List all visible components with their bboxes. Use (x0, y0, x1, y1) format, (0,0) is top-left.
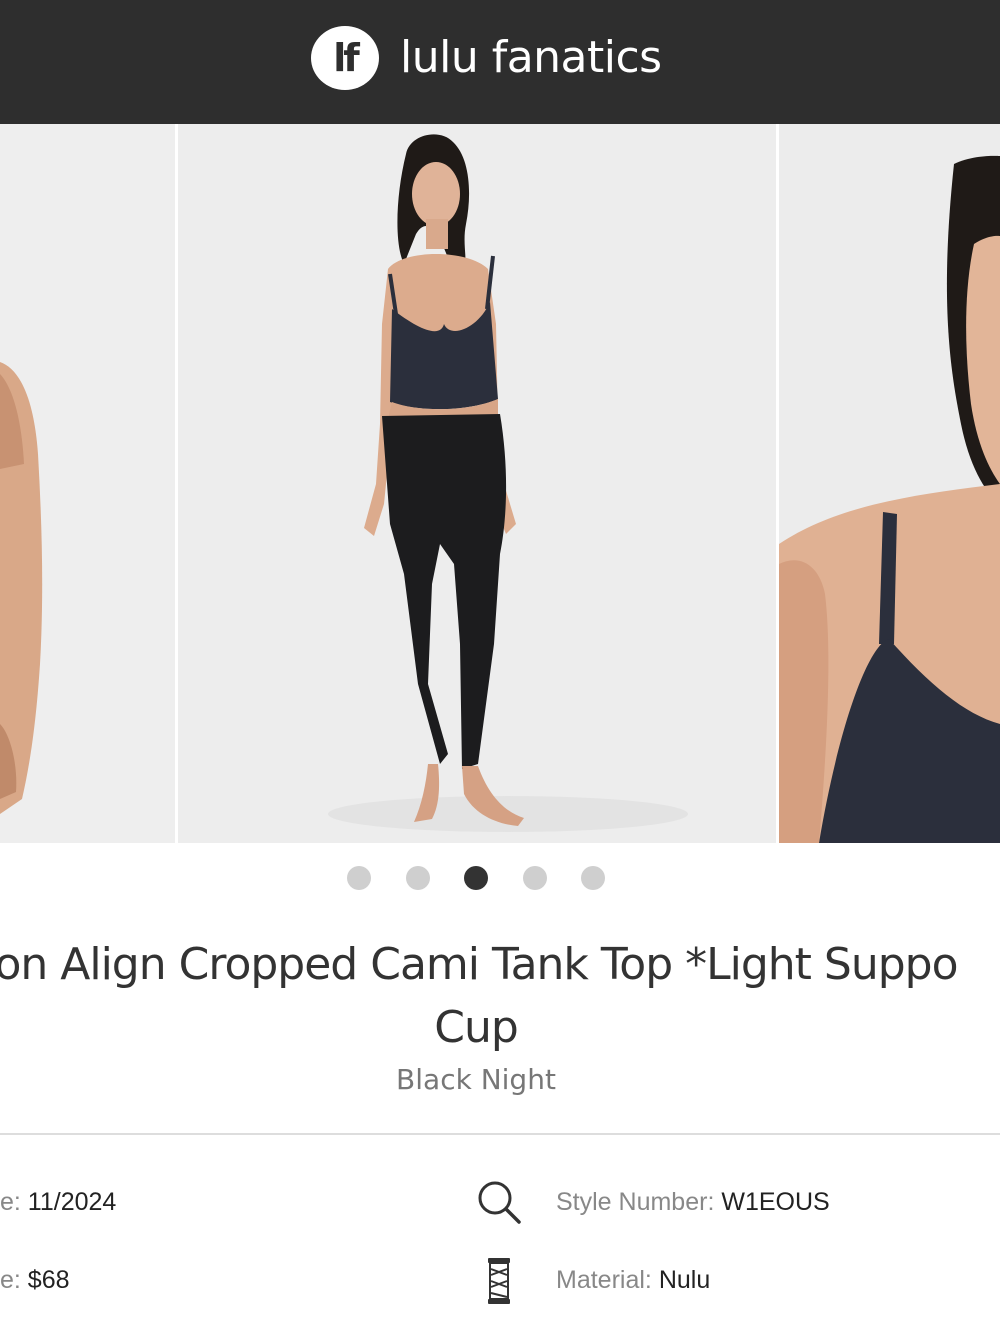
detail-release-date: e: 11/2024 (0, 1185, 116, 1219)
section-divider (0, 1133, 1000, 1135)
product-image-prev[interactable] (0, 124, 175, 843)
product-title-line2: Cup (434, 1002, 519, 1053)
detail-label: Style Number: (556, 1188, 722, 1216)
product-image-carousel[interactable] (0, 124, 1000, 843)
detail-value: 11/2024 (27, 1188, 117, 1216)
detail-label: e: (0, 1266, 28, 1294)
carousel-dot-3-active[interactable] (464, 866, 488, 890)
carousel-pagination (0, 866, 1000, 892)
carousel-dot-2[interactable] (406, 866, 430, 890)
detail-style-number: Style Number: W1EOUS (556, 1185, 830, 1219)
detail-value: $68 (27, 1266, 70, 1294)
carousel-dot-5[interactable] (581, 866, 605, 890)
product-image-main[interactable] (178, 124, 776, 843)
product-image-next[interactable] (779, 124, 1000, 843)
logo-icon[interactable]: lf (311, 26, 379, 90)
detail-material: Material: Nulu (556, 1263, 710, 1297)
brand-name[interactable]: lulu fanatics (400, 30, 662, 86)
detail-value: W1EOUS (721, 1188, 830, 1216)
fabric-spool-icon (488, 1258, 510, 1304)
product-color-name: Black Night (396, 1063, 556, 1096)
detail-price: e: $68 (0, 1263, 70, 1297)
site-header: lf lulu fanatics (0, 0, 1000, 124)
detail-label: e: (0, 1188, 28, 1216)
detail-label: Material: (556, 1266, 659, 1294)
product-title-line1: on Align Cropped Cami Tank Top *Light Su… (0, 939, 959, 990)
logo-text: lf (333, 36, 360, 80)
carousel-dot-4[interactable] (523, 866, 547, 890)
detail-value: Nulu (658, 1266, 711, 1294)
carousel-dot-1[interactable] (347, 866, 371, 890)
magnifier-icon (478, 1181, 521, 1224)
